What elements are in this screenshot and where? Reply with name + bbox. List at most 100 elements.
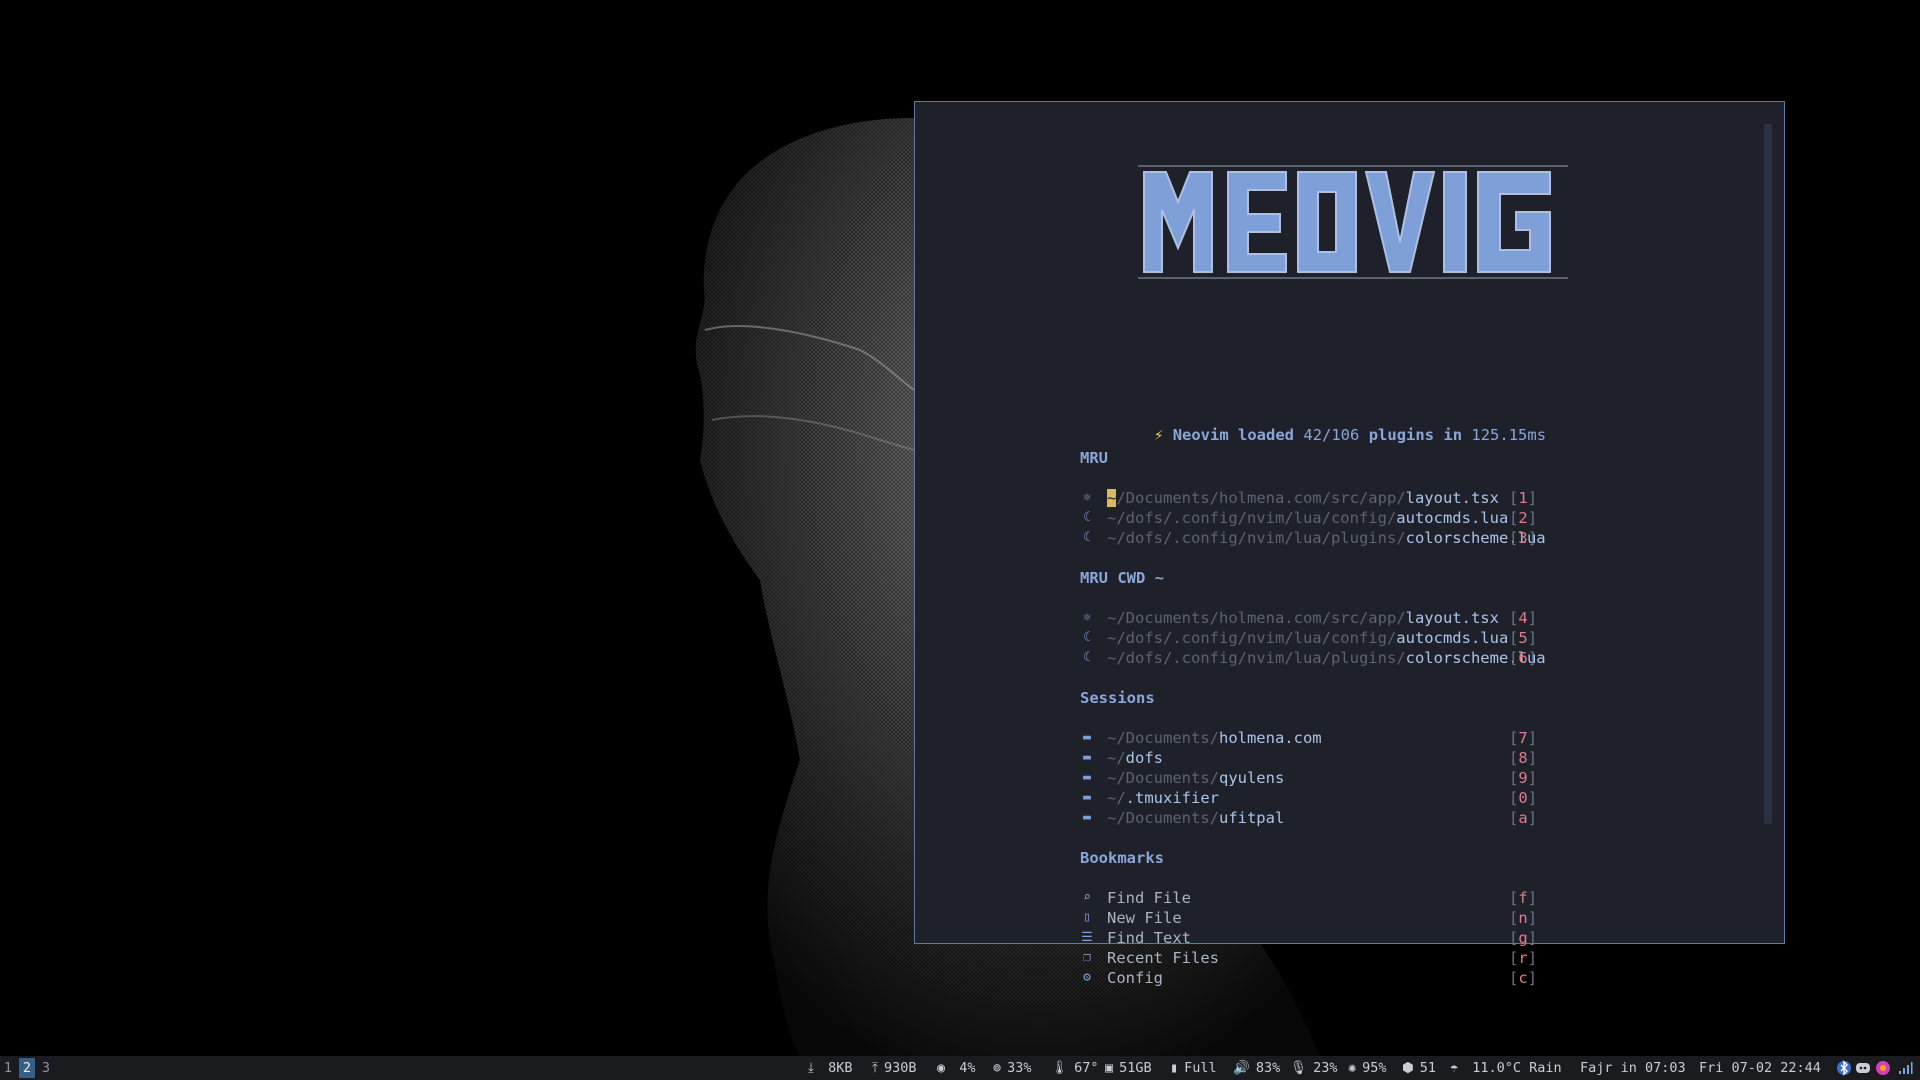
brightness[interactable]: ✺ 95% (1348, 1056, 1387, 1080)
battery: ▮ Full (1170, 1060, 1217, 1076)
entry-filename: qyulens (1218, 769, 1285, 787)
shortcut-key-value: r (1518, 949, 1528, 967)
weather: ☂ 11.0°C Rain (1450, 1060, 1562, 1076)
bracket: ] (1527, 809, 1538, 827)
workspace-1[interactable]: 1 (0, 1058, 16, 1078)
section-title-bookmarks: Bookmarks (1080, 849, 1164, 867)
shortcut-key-value: n (1518, 909, 1528, 927)
entry-filename: autocmds.lua (1396, 509, 1509, 527)
network-upload: ⤒ 930B (872, 1060, 917, 1076)
entry-path: ~/Documents/holmena.com/src/app/layout.t… (1107, 608, 1499, 628)
updates[interactable]: ⬢ 51 (1402, 1056, 1436, 1080)
browser-icon[interactable] (1875, 1060, 1891, 1076)
react-icon: ⚛ (1083, 490, 1091, 505)
disk-usage: ▣ 51GB (1105, 1060, 1152, 1076)
entry-filename: dofs (1125, 749, 1163, 767)
discord-icon[interactable] (1855, 1060, 1871, 1076)
section-title-mru: MRU (1080, 449, 1108, 467)
upload-icon: ⤒ (872, 1060, 878, 1076)
shortcut-key: [g] (1509, 928, 1537, 948)
entry-path: ~/Documents/holmena.com (1107, 728, 1322, 748)
bracket: [ (1509, 729, 1519, 747)
entry-path: ~/dofs/.config/nvim/lua/plugins/colorsch… (1107, 528, 1546, 548)
folder-icon: ▬ (1083, 770, 1091, 785)
entry-path: ~/dofs/.config/nvim/lua/config/autocmds.… (1107, 508, 1508, 528)
entry-filename: .tmuxifier (1125, 789, 1219, 807)
shortcut-key: [r] (1509, 948, 1537, 968)
bracket: ] (1527, 509, 1538, 527)
bracket: [ (1509, 889, 1519, 907)
bookmark-label: Recent Files (1107, 949, 1219, 967)
shortcut-key: [n] (1509, 908, 1537, 928)
bracket: ] (1527, 489, 1538, 507)
speaker-icon: 🔊 (1233, 1060, 1250, 1076)
bluetooth-icon[interactable] (1836, 1060, 1852, 1076)
bookmark-label: Config (1107, 969, 1163, 987)
shortcut-key: [8] (1509, 748, 1537, 768)
shortcut-key-value: 6 (1518, 649, 1528, 667)
bracket: ] (1527, 729, 1538, 747)
bracket: [ (1509, 969, 1519, 987)
shortcut-key: [f] (1509, 888, 1537, 908)
lua-icon: ☾ (1083, 530, 1091, 545)
disk-icon: ▣ (1105, 1060, 1114, 1076)
wifi-signal-icon[interactable] (1897, 1060, 1913, 1076)
bracket: [ (1509, 749, 1519, 767)
cpu-icon: ◉ (937, 1060, 946, 1076)
entry-directory: ~/Documents/ (1107, 769, 1219, 787)
bracket: [ (1509, 629, 1519, 647)
bracket: ] (1527, 889, 1538, 907)
bracket: ] (1527, 649, 1538, 667)
package-icon: ⬢ (1402, 1060, 1414, 1076)
entry-directory: ~/Documents/holmena.com/src/app/ (1107, 489, 1406, 507)
entry-directory-rest: /Documents/holmena.com/src/app/ (1116, 489, 1406, 507)
bracket: ] (1527, 749, 1538, 767)
entry-directory: ~/Documents/ (1107, 809, 1219, 827)
entry-directory: ~/ (1107, 749, 1126, 767)
bracket: [ (1509, 949, 1519, 967)
cloud-rain-icon: ☂ (1450, 1060, 1459, 1076)
scrollbar[interactable] (1764, 124, 1772, 824)
lua-icon: ☾ (1083, 650, 1091, 665)
workspace-2[interactable]: 2 (19, 1058, 35, 1078)
shortcut-key-value: 2 (1518, 509, 1528, 527)
shortcut-key-value: 7 (1518, 729, 1528, 747)
bracket: ] (1527, 969, 1538, 987)
lightning-icon: ⚡ (1154, 426, 1164, 444)
thermometer-icon: 🌡 (1051, 1060, 1069, 1076)
shortcut-key: [3] (1509, 528, 1537, 548)
terminal-window[interactable]: ⚡ Neovim loaded 42/106 plugins in 125.15… (914, 101, 1785, 987)
bracket: ] (1527, 949, 1538, 967)
bracket: [ (1509, 909, 1519, 927)
entry-path: ~/Documents/ufitpal (1107, 808, 1284, 828)
shortcut-key-value: f (1518, 889, 1528, 907)
bracket: [ (1509, 609, 1519, 627)
shortcut-key-value: 3 (1518, 529, 1528, 547)
shortcut-key: [2] (1509, 508, 1537, 528)
folder-icon: ▬ (1083, 730, 1091, 745)
network-download: ⤓ 8KB (808, 1060, 853, 1076)
lua-icon: ☾ (1083, 630, 1091, 645)
gear-icon: ⚙ (1083, 970, 1091, 985)
bracket: [ (1509, 769, 1519, 787)
shortcut-key: [7] (1509, 728, 1537, 748)
shortcut-key: [1] (1509, 488, 1537, 508)
entry-path: ~/Documents/qyulens (1107, 768, 1284, 788)
folder-icon: ▬ (1083, 750, 1091, 765)
entry-directory: ~/dofs/.config/nvim/lua/plugins/ (1107, 529, 1406, 547)
workspace-3[interactable]: 3 (38, 1058, 54, 1078)
microphone[interactable]: 🎙 23% (1290, 1056, 1338, 1080)
bracket: [ (1509, 529, 1519, 547)
bracket: [ (1509, 649, 1519, 667)
shortcut-key-value: 1 (1518, 489, 1528, 507)
bracket: [ (1509, 929, 1519, 947)
lua-icon: ☾ (1083, 510, 1091, 525)
status-bar: 1 2 3 ⤓ 8KB ⤒ 930B ◉ 4% ⊚ 33% 🌡 67° ▣ 51GB ▮… (0, 1056, 1920, 1080)
folder-icon: ▬ (1083, 810, 1091, 825)
bookmark-label: New File (1107, 909, 1182, 927)
clock[interactable]: Fri 07-02 22:44 (1699, 1056, 1821, 1080)
file-icon: ▯ (1083, 910, 1091, 925)
entry-path: ~/.tmuxifier (1107, 788, 1219, 808)
shortcut-key: [6] (1509, 648, 1537, 668)
volume[interactable]: 🔊 83% (1233, 1056, 1280, 1080)
